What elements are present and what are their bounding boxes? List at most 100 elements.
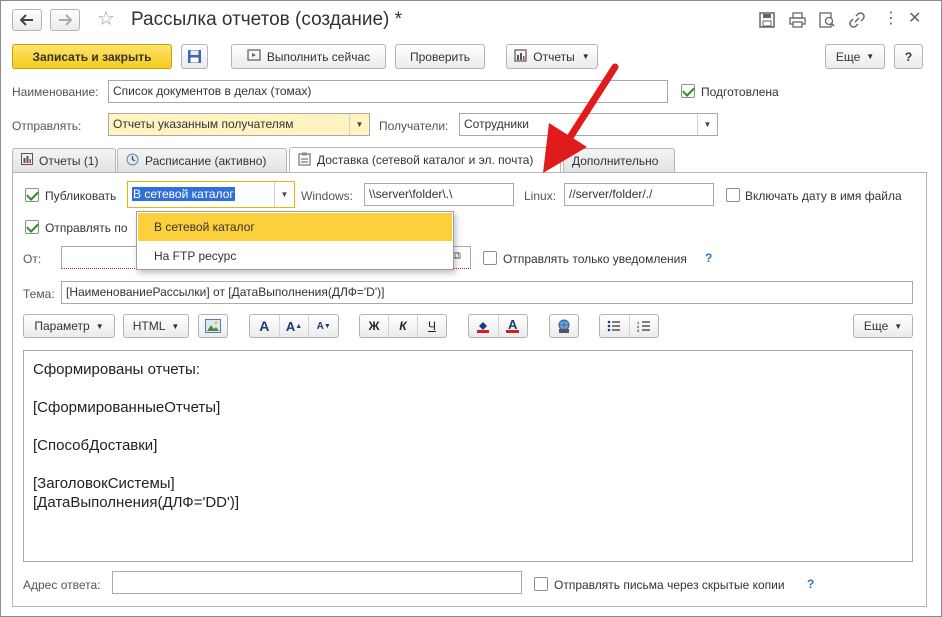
bulleted-list-icon[interactable] — [600, 315, 630, 337]
chevron-down-icon: ▼ — [95, 321, 104, 331]
fill-color-icon[interactable] — [469, 315, 499, 337]
send-select-value: Отчеты указанным получателям — [113, 117, 294, 131]
include-date-checkbox[interactable] — [726, 188, 740, 202]
help-button[interactable]: ? — [894, 44, 923, 69]
chevron-down-icon[interactable]: ▼ — [274, 182, 294, 207]
chevron-down-icon: ▼ — [866, 52, 875, 61]
font-size-group: A A ▲ A ▼ — [249, 314, 339, 338]
chevron-down-icon: ▼ — [581, 52, 590, 61]
text-color-icon[interactable]: A — [499, 315, 528, 337]
more-vertical-icon[interactable]: ⋮ — [883, 10, 899, 28]
insert-link-button[interactable] — [549, 314, 579, 338]
message-editor[interactable]: Сформированы отчеты: [СформированныеОтче… — [23, 350, 913, 562]
save-and-close-button[interactable]: Записать и закрыть — [12, 44, 172, 69]
chevron-down-icon: ▼ — [894, 321, 903, 331]
include-date-label: Включать дату в имя файла — [745, 189, 902, 203]
name-label: Наименование: — [12, 85, 99, 99]
notify-only-label: Отправлять только уведомления — [503, 252, 687, 266]
floppy-icon — [188, 50, 201, 63]
run-now-label: Выполнить сейчас — [266, 49, 371, 64]
run-now-button[interactable]: Выполнить сейчас — [231, 44, 386, 69]
html-label: HTML — [132, 319, 166, 333]
underline-button[interactable]: Ч — [418, 315, 446, 337]
windows-path-input[interactable]: \\server\folder\.\ — [364, 183, 514, 206]
windows-label: Windows: — [301, 189, 354, 203]
parameter-button[interactable]: Параметр ▼ — [23, 314, 115, 338]
window-title: Рассылка отчетов (создание) * — [131, 9, 403, 30]
form-window: ☆ Рассылка отчетов (создание) * ⋮ ✕ Запи… — [0, 0, 942, 617]
tab-reports-label: Отчеты (1) — [39, 153, 99, 168]
editor-line: [СпособДоставки] — [33, 437, 158, 454]
prepared-label: Подготовлена — [701, 85, 779, 99]
list-group: 123 — [599, 314, 659, 338]
notify-only-checkbox[interactable] — [483, 251, 497, 265]
chevron-down-icon[interactable]: ▼ — [349, 114, 369, 135]
publish-mode-value: В сетевой каталог — [132, 187, 235, 201]
html-button[interactable]: HTML ▼ — [123, 314, 189, 338]
dropdown-option[interactable]: На FTP ресурс — [138, 242, 452, 270]
close-icon[interactable]: ✕ — [908, 10, 921, 28]
send-by-label: Отправлять по — [45, 221, 128, 235]
bold-button[interactable]: Ж — [360, 315, 389, 337]
tab-schedule-label: Расписание (активно) — [145, 153, 267, 168]
save-disk-icon[interactable] — [759, 12, 775, 31]
editor-line: Сформированы отчеты: — [33, 361, 200, 378]
font-increase-icon[interactable]: A ▲ — [280, 315, 310, 337]
editor-more-label: Еще — [863, 319, 889, 333]
check-button[interactable]: Проверить — [395, 44, 485, 69]
from-label: От: — [23, 252, 42, 266]
publish-mode-dropdown: В сетевой каталог На FTP ресурс — [136, 211, 454, 270]
text-style-group: Ж К Ч — [359, 314, 447, 338]
more-button[interactable]: Еще ▼ — [825, 44, 885, 69]
editor-line: [ДатаВыполнения(ДЛФ='DD')] — [33, 494, 240, 511]
send-by-email-checkbox[interactable] — [25, 220, 39, 234]
tab-reports[interactable]: Отчеты (1) — [12, 148, 116, 172]
linux-path-input[interactable]: //server/folder/./ — [564, 183, 714, 206]
publish-checkbox[interactable] — [25, 188, 39, 202]
reply-address-input[interactable] — [112, 571, 522, 594]
globe-link-icon — [558, 319, 570, 333]
publish-label: Публиковать — [45, 189, 117, 203]
back-button[interactable] — [12, 9, 42, 31]
dropdown-option[interactable]: В сетевой каталог — [138, 213, 452, 241]
help-icon[interactable]: ? — [807, 577, 814, 591]
subject-input[interactable]: [НаименованиеРассылки] от [ДатаВыполнени… — [61, 281, 913, 304]
more-label: Еще — [835, 49, 861, 64]
run-icon — [247, 48, 261, 65]
clock-icon — [126, 153, 139, 169]
preview-icon[interactable] — [819, 12, 835, 31]
font-decrease-icon[interactable]: A ▼ — [309, 315, 338, 337]
prepared-checkbox[interactable] — [681, 84, 695, 98]
bcc-label: Отправлять письма через скрытые копии — [554, 578, 785, 592]
subject-label: Тема: — [23, 287, 55, 301]
delivery-icon — [298, 152, 311, 169]
arrow-left-icon — [20, 14, 33, 26]
tab-schedule[interactable]: Расписание (активно) — [117, 148, 287, 172]
favorite-star-icon[interactable]: ☆ — [97, 9, 115, 29]
numbered-list-icon[interactable]: 123 — [630, 315, 659, 337]
help-icon[interactable]: ? — [705, 251, 712, 265]
linux-label: Linux: — [524, 189, 557, 203]
publish-mode-select[interactable]: В сетевой каталог ▼ — [127, 181, 295, 208]
forward-button[interactable] — [50, 9, 80, 31]
bcc-checkbox[interactable] — [534, 577, 548, 591]
font-icon[interactable]: A — [250, 315, 280, 337]
annotation-arrow-icon — [543, 63, 619, 173]
chevron-down-icon[interactable]: ▼ — [697, 114, 717, 135]
select-icon[interactable]: ⧉ — [453, 250, 461, 263]
italic-button[interactable]: К — [389, 315, 418, 337]
send-select[interactable]: Отчеты указанным получателям ▼ — [108, 113, 370, 136]
editor-line: [СформированныеОтчеты] — [33, 399, 221, 416]
parameter-label: Параметр — [34, 319, 90, 333]
color-group: A — [468, 314, 528, 338]
link-icon[interactable] — [849, 12, 865, 31]
save-button[interactable] — [181, 44, 208, 69]
print-icon[interactable] — [789, 12, 806, 31]
editor-more-button[interactable]: Еще ▼ — [853, 314, 913, 338]
chevron-down-icon: ▼ — [171, 321, 180, 331]
insert-image-button[interactable] — [198, 314, 228, 338]
reply-address-label: Адрес ответа: — [23, 578, 101, 592]
tab-delivery-label: Доставка (сетевой каталог и эл. почта) — [317, 153, 534, 167]
